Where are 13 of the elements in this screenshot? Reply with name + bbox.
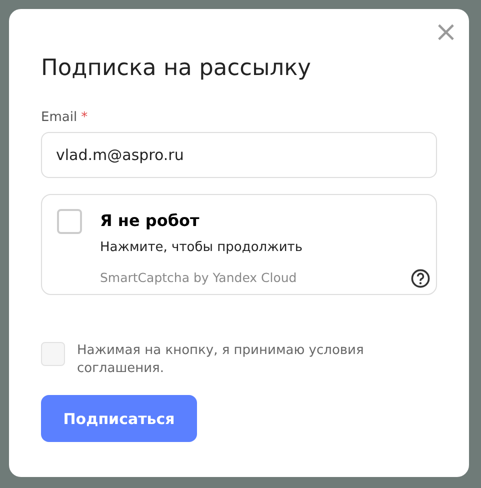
- required-mark: *: [81, 110, 88, 126]
- field-label: Email: [41, 110, 78, 126]
- captcha-checkbox[interactable]: [57, 209, 82, 234]
- email-field[interactable]: vlad.m@aspro.ru: [41, 132, 437, 178]
- help-icon[interactable]: [411, 269, 430, 288]
- captcha-hint: Нажмите, чтобы продолжить: [100, 240, 303, 256]
- close-button[interactable]: ×: [433, 17, 459, 47]
- subscribe-button[interactable]: Подписаться: [41, 395, 197, 442]
- captcha-brand: SmartCaptcha by Yandex Cloud: [100, 270, 298, 286]
- dialog-title: Подписка на рассылку: [41, 54, 312, 83]
- agreement-checkbox[interactable]: [41, 342, 65, 366]
- captcha-title: Я не робот: [100, 210, 200, 232]
- agreement-text: Нажимая на кнопку, я принимаю условия соглашения.: [77, 342, 365, 378]
